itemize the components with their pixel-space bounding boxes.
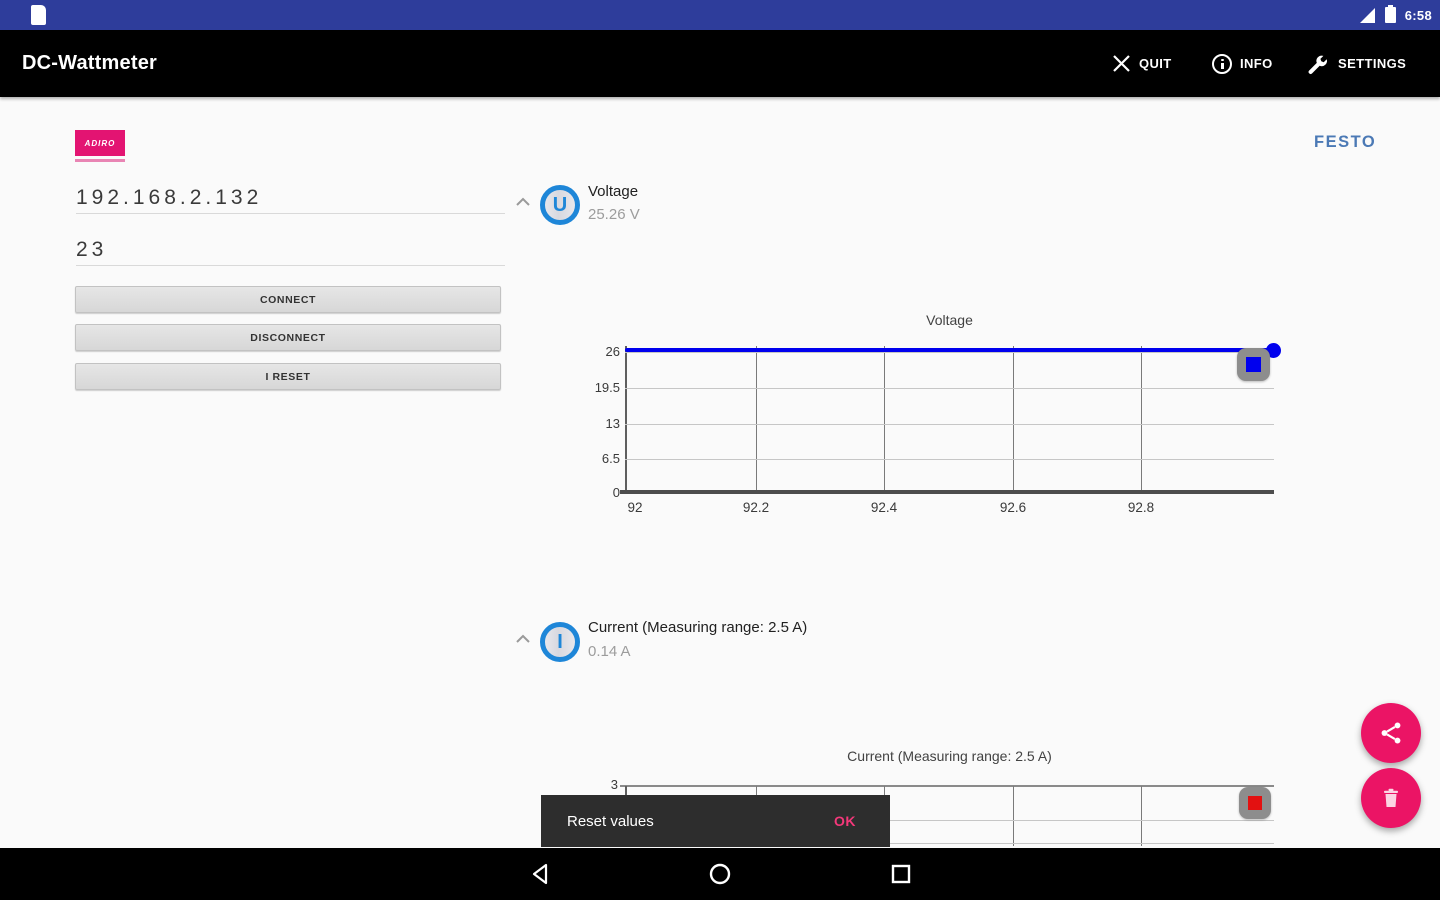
voltage-ytick: 26 — [605, 344, 620, 359]
adiro-logo: ADIRO — [75, 130, 125, 156]
battery-icon — [1384, 5, 1396, 23]
voltage-value: 25.26 V — [588, 206, 640, 223]
settings-button[interactable]: SETTINGS — [1304, 30, 1406, 97]
snackbar-ok-button[interactable]: OK — [834, 813, 856, 829]
current-unit-icon: I — [540, 622, 580, 662]
share-icon — [1381, 722, 1401, 744]
voltage-ytick: 19.5 — [594, 380, 620, 395]
festo-logo: FESTO — [1314, 133, 1377, 151]
voltage-series-line — [625, 348, 1271, 353]
voltage-chart-y-axis — [625, 346, 627, 493]
voltage-xtick: 92.8 — [1127, 500, 1155, 515]
quit-label: QUIT — [1139, 56, 1172, 71]
snackbar-message: Reset values — [567, 812, 654, 830]
status-bar: 6:58 — [0, 0, 1440, 30]
android-nav-bar — [0, 848, 1440, 900]
voltage-ytick: 13 — [605, 416, 620, 431]
current-label: Current (Measuring range: 2.5 A) — [588, 619, 808, 636]
info-icon — [1212, 53, 1232, 74]
notification-icon — [31, 5, 46, 25]
app-bar: DC-Wattmeter QUIT INFO SETTINGS — [0, 30, 1440, 97]
snackbar: Reset values OK — [541, 795, 890, 847]
connect-button[interactable]: CONNECT — [75, 286, 501, 313]
voltage-chart-title: Voltage — [926, 312, 973, 328]
current-legend-swatch-icon — [1248, 796, 1262, 810]
info-label: INFO — [1240, 56, 1273, 71]
voltage-ytick: 6.5 — [601, 451, 620, 466]
home-button[interactable] — [680, 848, 760, 900]
voltage-xtick: 92.6 — [999, 500, 1027, 515]
settings-label: SETTINGS — [1338, 56, 1407, 71]
voltage-xtick: 92.2 — [742, 500, 770, 515]
port-input[interactable] — [76, 234, 505, 266]
wrench-icon — [1308, 55, 1327, 74]
home-icon — [709, 863, 731, 885]
current-chart-title: Current (Measuring range: 2.5 A) — [847, 748, 1052, 764]
signal-icon — [1359, 6, 1375, 23]
voltage-legend-swatch-icon — [1246, 357, 1261, 372]
ip-address-input[interactable] — [76, 182, 505, 214]
voltage-unit-icon: U — [540, 185, 580, 225]
info-button[interactable]: INFO — [1212, 30, 1273, 97]
voltage-ytick: 0 — [612, 485, 620, 500]
clock: 6:58 — [1404, 7, 1432, 23]
back-button[interactable] — [500, 848, 580, 900]
current-chart-legend — [1239, 787, 1271, 819]
current-value: 0.14 A — [588, 643, 631, 660]
close-icon — [1113, 55, 1130, 72]
voltage-chart-legend — [1237, 348, 1270, 381]
delete-fab-button[interactable] — [1361, 768, 1421, 828]
voltage-xtick: 92.4 — [870, 500, 898, 515]
current-collapse-chevron-icon[interactable] — [515, 634, 531, 644]
voltage-collapse-chevron-icon[interactable] — [515, 197, 531, 207]
adiro-logo-underline — [75, 159, 125, 162]
voltage-xtick: 92 — [627, 500, 643, 515]
disconnect-button[interactable]: DISCONNECT — [75, 324, 501, 351]
recents-button[interactable] — [861, 848, 941, 900]
i-reset-button[interactable]: I RESET — [75, 363, 501, 390]
current-ytick: 3 — [610, 777, 618, 792]
recents-icon — [891, 864, 911, 884]
voltage-label: Voltage — [588, 183, 639, 200]
app-title: DC-Wattmeter — [22, 52, 157, 74]
quit-button[interactable]: QUIT — [1112, 30, 1172, 97]
current-chart-top-axis — [620, 785, 1274, 787]
dc-wattmeter-app: 6:58 DC-Wattmeter QUIT INFO SETTINGS ADI… — [0, 0, 1440, 900]
back-icon — [532, 863, 548, 885]
trash-icon — [1384, 788, 1398, 807]
share-fab-button[interactable] — [1361, 703, 1421, 763]
voltage-chart-x-axis — [620, 490, 1274, 494]
